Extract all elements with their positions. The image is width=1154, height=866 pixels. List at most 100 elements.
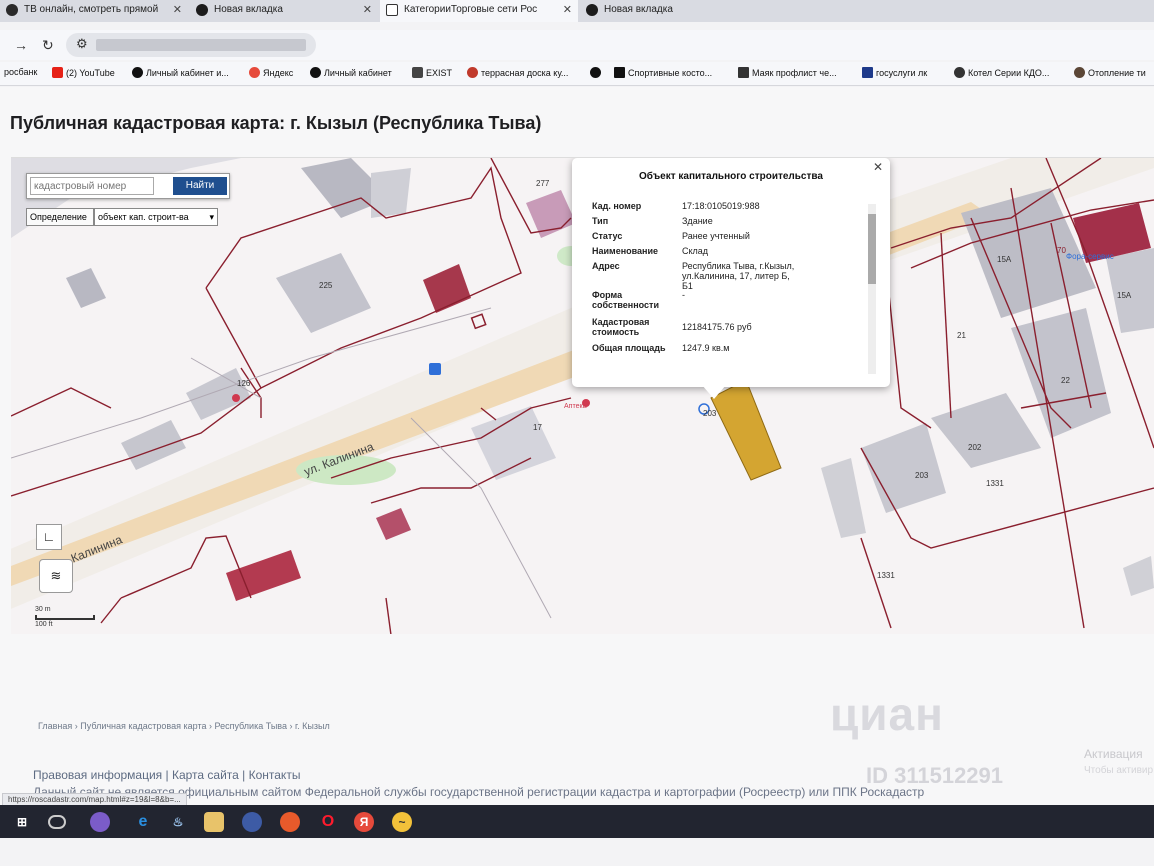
- bookmark-item[interactable]: EXIST: [412, 67, 452, 78]
- watermark-logo: циан: [830, 688, 944, 740]
- yandex-icon: [249, 67, 260, 78]
- tab-tv[interactable]: ТВ онлайн, смотреть прямой ✕: [0, 0, 188, 22]
- building-highlight: [376, 508, 411, 540]
- bookmark-item[interactable]: Личный кабинет и...: [132, 67, 229, 78]
- parcel-label: 203: [915, 471, 929, 480]
- find-button[interactable]: Найти: [173, 177, 227, 195]
- building-highlight: [526, 190, 576, 238]
- parcel-label: 126: [237, 379, 251, 388]
- bookmark-item[interactable]: Отопление ти: [1074, 67, 1146, 78]
- bookmark-item[interactable]: Яндекс: [249, 67, 293, 78]
- site-icon: [862, 67, 873, 78]
- breadcrumb-item[interactable]: Публичная кадастровая карта: [80, 721, 206, 731]
- reload-icon[interactable]: ↻: [42, 37, 54, 54]
- tab-label: Новая вкладка: [604, 4, 673, 15]
- address-bar-row: → ↻ ⚙: [0, 30, 1154, 60]
- watermark-id: ID 311512291: [866, 763, 1004, 788]
- bus-stop-icon[interactable]: [429, 363, 441, 375]
- scrollbar-thumb[interactable]: [868, 214, 876, 284]
- layers-icon: ≋: [50, 568, 62, 583]
- app-icon[interactable]: ~: [392, 812, 412, 832]
- url-field[interactable]: ⚙: [66, 33, 316, 57]
- building: [66, 268, 106, 308]
- bookmark-item[interactable]: росбанк: [4, 67, 37, 77]
- cadastral-number-input[interactable]: [30, 177, 154, 195]
- parcel-label: 15А: [997, 255, 1012, 264]
- forward-icon[interactable]: →: [14, 37, 28, 53]
- site-icon: [590, 67, 601, 78]
- bookmark-item[interactable]: Маяк профлист че...: [738, 67, 837, 78]
- bookmark-item[interactable]: Спортивные косто...: [614, 67, 712, 78]
- task-view-icon[interactable]: [48, 815, 66, 829]
- parcel-label: 277: [536, 179, 550, 188]
- bookmark-item[interactable]: Котел Серии КДО...: [954, 67, 1049, 78]
- cadastral-search: Найти: [26, 173, 230, 199]
- popup-pointer: [702, 385, 726, 399]
- definition-select[interactable]: объект кап. строит-ва ▾: [94, 208, 218, 226]
- breadcrumb-item[interactable]: Главная: [38, 721, 72, 731]
- site-settings-icon[interactable]: ⚙: [76, 36, 88, 52]
- popup-scrollbar[interactable]: [868, 204, 876, 374]
- browser-icon: [196, 4, 208, 16]
- building: [276, 253, 371, 333]
- bookmark-item[interactable]: Личный кабинет: [310, 67, 392, 78]
- taskbar: ⊞ e ♨ O Я ~: [0, 805, 1154, 838]
- building: [861, 423, 946, 513]
- site-icon: [412, 67, 423, 78]
- poi-marker-icon[interactable]: [232, 394, 240, 402]
- close-icon[interactable]: ✕: [363, 3, 372, 16]
- close-icon[interactable]: ✕: [173, 3, 182, 16]
- page-content: Публичная кадастровая карта: г. Кызыл (Р…: [0, 87, 1154, 807]
- parcel-label: 1331: [877, 571, 895, 580]
- parcel-label: 202: [968, 443, 982, 452]
- opera-icon[interactable]: O: [318, 812, 338, 832]
- bookmark-item[interactable]: (2) YouTube: [52, 67, 115, 78]
- page-title: Публичная кадастровая карта: г. Кызыл (Р…: [10, 113, 542, 133]
- cadastral-map[interactable]: 277 225 126 21 22 15А 15А 203 202 1331 1…: [11, 157, 1154, 634]
- tab-wiki[interactable]: КатегорииТорговые сети Рос ✕: [380, 0, 578, 22]
- map-scale: 30 m 100 ft: [35, 605, 95, 630]
- parcel-label: 22: [1061, 376, 1070, 385]
- close-icon[interactable]: ✕: [563, 3, 572, 16]
- yandex-browser-icon[interactable]: Я: [354, 812, 374, 832]
- site-icon: [614, 67, 625, 78]
- bookmark-item[interactable]: [590, 67, 604, 78]
- firefox-icon[interactable]: [280, 812, 300, 832]
- tab-label: ТВ онлайн, смотреть прямой: [24, 4, 159, 15]
- breadcrumb-item: г. Кызыл: [294, 721, 330, 731]
- parcel-label: 1331: [986, 479, 1004, 488]
- tab-label: КатегорииТорговые сети Рос: [404, 4, 538, 15]
- internet-explorer-icon[interactable]: e: [133, 812, 153, 832]
- layers-button[interactable]: ≋: [39, 559, 73, 593]
- bookmark-item[interactable]: террасная доска ку...: [467, 67, 568, 78]
- windows-start-icon[interactable]: ⊞: [12, 812, 32, 832]
- parcel-label: 225: [319, 281, 333, 290]
- chrome-icon[interactable]: [242, 812, 262, 832]
- building: [186, 368, 251, 420]
- site-icon: [738, 67, 749, 78]
- measure-button[interactable]: ∟: [36, 524, 62, 550]
- building: [821, 458, 866, 538]
- close-icon[interactable]: ✕: [873, 160, 883, 174]
- poi-label: Аптека: [564, 403, 587, 410]
- building: [121, 420, 186, 470]
- steam-icon[interactable]: ♨: [168, 812, 188, 832]
- file-explorer-icon[interactable]: [204, 812, 224, 832]
- parcel-label: 21: [957, 331, 966, 340]
- tab-bar: ТВ онлайн, смотреть прямой ✕ Новая вклад…: [0, 0, 1154, 22]
- tab-label: Новая вкладка: [214, 4, 283, 15]
- chevron-down-icon: ▾: [209, 212, 214, 222]
- wikipedia-icon: [386, 4, 398, 16]
- footer-links[interactable]: Правовая информация | Карта сайта | Конт…: [33, 768, 300, 782]
- tab-new-1[interactable]: Новая вкладка ✕: [190, 0, 378, 22]
- ruler-icon: ∟: [42, 529, 56, 544]
- site-icon: [310, 67, 321, 78]
- tab-new-2[interactable]: Новая вкладка: [580, 0, 760, 22]
- youtube-icon: [52, 67, 63, 78]
- bookmark-item[interactable]: госуслуги лк: [862, 67, 927, 78]
- building: [471, 406, 556, 480]
- object-info-popup: Объект капитального строительства ✕ Кад.…: [572, 158, 890, 399]
- breadcrumb-item[interactable]: Республика Тыва: [214, 721, 287, 731]
- building-highlight: [226, 550, 301, 601]
- app-icon[interactable]: [90, 812, 110, 832]
